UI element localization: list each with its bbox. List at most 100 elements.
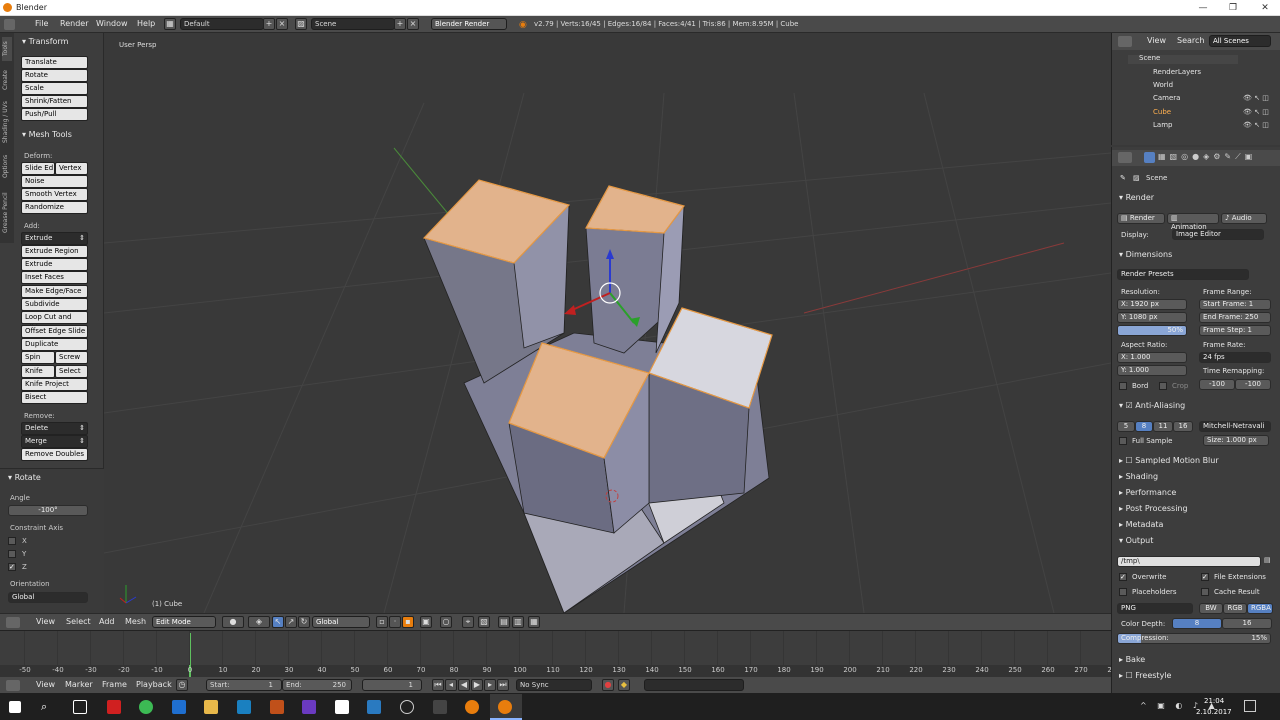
placeholders-checkbox[interactable] [1119,588,1127,596]
menu-render[interactable]: Render [60,19,88,28]
keying-set-field[interactable] [644,679,744,691]
crop-checkbox[interactable] [1159,382,1167,390]
shading-select-icon[interactable]: ● [222,616,244,628]
end-frame-field[interactable]: End: 250 [282,679,352,691]
view3d-editor-icon[interactable] [6,617,20,628]
app-blue-icon[interactable] [237,700,251,714]
performance-header[interactable]: ▸ Performance [1119,488,1176,497]
screen-layout-icon[interactable]: ▦ [164,18,176,30]
fps-select[interactable]: 24 fps [1199,352,1271,363]
file-ext-checkbox[interactable]: ✓ [1201,573,1209,581]
manipulator-icon[interactable]: ↖ [272,616,284,628]
metadata-header[interactable]: ▸ Metadata [1119,520,1163,529]
outliner-camera[interactable]: Camera [1153,94,1180,102]
edge-icon[interactable] [172,700,186,714]
visibility-eye-icon[interactable]: 👁 ↖ ◫ [1243,94,1269,102]
visibility-eye-icon[interactable]: 👁 ↖ ◫ [1243,108,1269,116]
keying-icon[interactable]: ◆ [618,679,630,691]
dimensions-header[interactable]: ▾ Dimensions [1119,250,1172,259]
vp-menu-mesh[interactable]: Mesh [125,617,146,626]
axis-y-checkbox[interactable] [8,550,16,558]
jump-start-icon[interactable]: ⏮ [432,679,444,691]
start-frame-prop[interactable]: Start Frame: 1 [1199,299,1271,310]
start-frame-field[interactable]: Start: 1 [206,679,282,691]
vp-menu-select[interactable]: Select [66,617,91,626]
sync-select[interactable]: No Sync [516,679,592,691]
pivot-select-icon[interactable]: ◈ [248,616,270,628]
full-sample-checkbox[interactable] [1119,437,1127,445]
shading-header[interactable]: ▸ Shading [1119,472,1158,481]
more-icon[interactable]: ▦ [528,616,540,628]
bake-header[interactable]: ▸ Bake [1119,655,1145,664]
layout-field[interactable]: Default [180,18,264,30]
duplicate-button[interactable]: Duplicate [21,338,88,351]
inset-faces-button[interactable]: Inset Faces [21,271,88,284]
motion-blur-header[interactable]: ▸ ☐ Sampled Motion Blur [1119,456,1219,465]
filezilla-icon[interactable] [270,700,284,714]
record-icon[interactable]: ● [602,679,614,691]
resolution-y-field[interactable]: Y: 1080 px [1117,312,1187,323]
aspect-x-field[interactable]: X: 1.000 [1117,352,1187,363]
aa-filter-select[interactable]: Mitchell-Netravali [1199,421,1271,432]
frame-step-prop[interactable]: Frame Step: 1 [1199,325,1271,336]
render-presets-select[interactable]: Render Presets [1117,269,1249,280]
time-old-field[interactable]: -100 [1199,379,1235,390]
menu-window[interactable]: Window [96,19,128,28]
cache-checkbox[interactable] [1201,588,1209,596]
visibility-eye-icon[interactable]: 👁 ↖ ◫ [1243,121,1269,129]
antialiasing-header[interactable]: ▾ ☑ Anti-Aliasing [1119,401,1185,410]
proportional-icon[interactable]: ○ [440,616,452,628]
rotate-button[interactable]: Rotate [21,69,88,82]
current-frame-field[interactable]: 1 [362,679,422,691]
aa-8-button[interactable]: 8 [1135,421,1153,432]
search-icon[interactable]: ⌕ [41,700,55,714]
add-layout-icon[interactable]: + [263,18,275,30]
time-new-field[interactable]: -100 [1235,379,1271,390]
overwrite-checkbox[interactable]: ✓ [1119,573,1127,581]
context-tabs-icons[interactable]: ▦▧◎●◈⚙✎⟋▣ [1158,152,1256,162]
start-windows-icon[interactable] [9,701,21,713]
slide-vertex-button[interactable]: Vertex [55,162,88,175]
tab-create[interactable]: Create [2,65,12,95]
maximize-icon[interactable]: ❐ [1218,0,1248,16]
blender-taskbar-icon[interactable] [498,700,512,714]
notifications-icon[interactable] [1244,700,1256,712]
rgba-button[interactable]: RGBA [1247,603,1273,614]
store-icon[interactable] [335,700,349,714]
pin-icon[interactable]: ✎ [1120,174,1126,182]
rgb-button[interactable]: RGB [1223,603,1247,614]
play-reverse-icon[interactable]: ◀ [458,679,470,691]
compression-slider[interactable]: Compression: 15% [1117,633,1271,644]
translate-button[interactable]: Translate [21,56,88,69]
aa-11-button[interactable]: 11 [1153,421,1173,432]
knife-button[interactable]: Knife [21,365,55,378]
vertex-select-icon[interactable]: · [389,616,401,628]
delete-select[interactable]: Delete ⇕ [21,422,88,435]
app-circle-icon[interactable] [400,700,414,714]
3d-viewport[interactable]: User Persp (1) Cube [104,33,1111,613]
aa-16-button[interactable]: 16 [1173,421,1193,432]
border-checkbox[interactable] [1119,382,1127,390]
add-scene-icon[interactable]: + [394,18,406,30]
remove-scene-icon[interactable]: × [407,18,419,30]
tl-menu-frame[interactable]: Frame [102,680,127,689]
folder-icon[interactable]: ▤ [1264,556,1271,564]
render-button[interactable]: ▤ Render [1117,213,1165,224]
anim-render-icon[interactable]: ▥ [512,616,524,628]
push-pull-button[interactable]: Push/Pull [21,108,88,121]
outliner-world[interactable]: World [1153,81,1173,89]
slide-edge-button[interactable]: Slide Ed [21,162,55,175]
close-icon[interactable]: ✕ [1250,0,1280,16]
tab-tools[interactable]: Tools [2,37,12,61]
axis-z-checkbox[interactable]: ✓ [8,563,16,571]
extrude-select[interactable]: Extrude ⇕ [21,232,88,245]
extrude-region-button[interactable]: Extrude Region [21,245,88,258]
preview-range-icon[interactable]: ◷ [176,679,188,691]
render-section-header[interactable]: ▾ Render [1119,193,1154,202]
knife-select-button[interactable]: Select [55,365,88,378]
orientation-header-select[interactable]: Global [312,616,370,628]
minimize-icon[interactable]: — [1188,0,1218,16]
tl-menu-marker[interactable]: Marker [65,680,93,689]
chrome-icon[interactable] [139,700,153,714]
remove-layout-icon[interactable]: × [276,18,288,30]
